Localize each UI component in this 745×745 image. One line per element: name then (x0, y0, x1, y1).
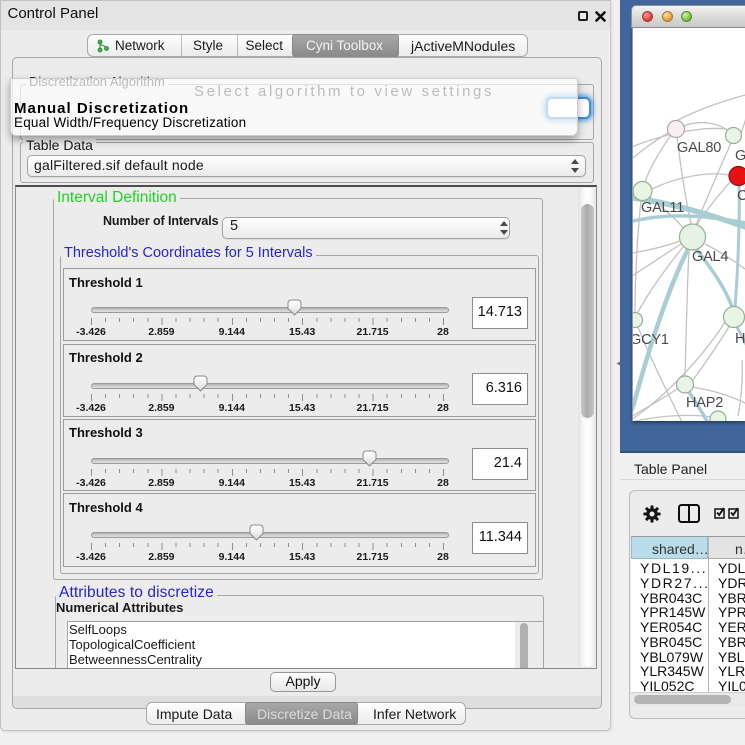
svg-text:C: C (737, 188, 745, 204)
svg-text:HAP2: HAP2 (686, 395, 723, 411)
svg-text:GAL4: GAL4 (692, 249, 728, 265)
svg-text:GAL80: GAL80 (677, 140, 721, 156)
svg-text:GA: GA (735, 148, 745, 164)
svg-text:GAL11: GAL11 (641, 200, 684, 216)
svg-text:GCY1: GCY1 (633, 332, 669, 348)
svg-text:H: H (735, 331, 745, 347)
